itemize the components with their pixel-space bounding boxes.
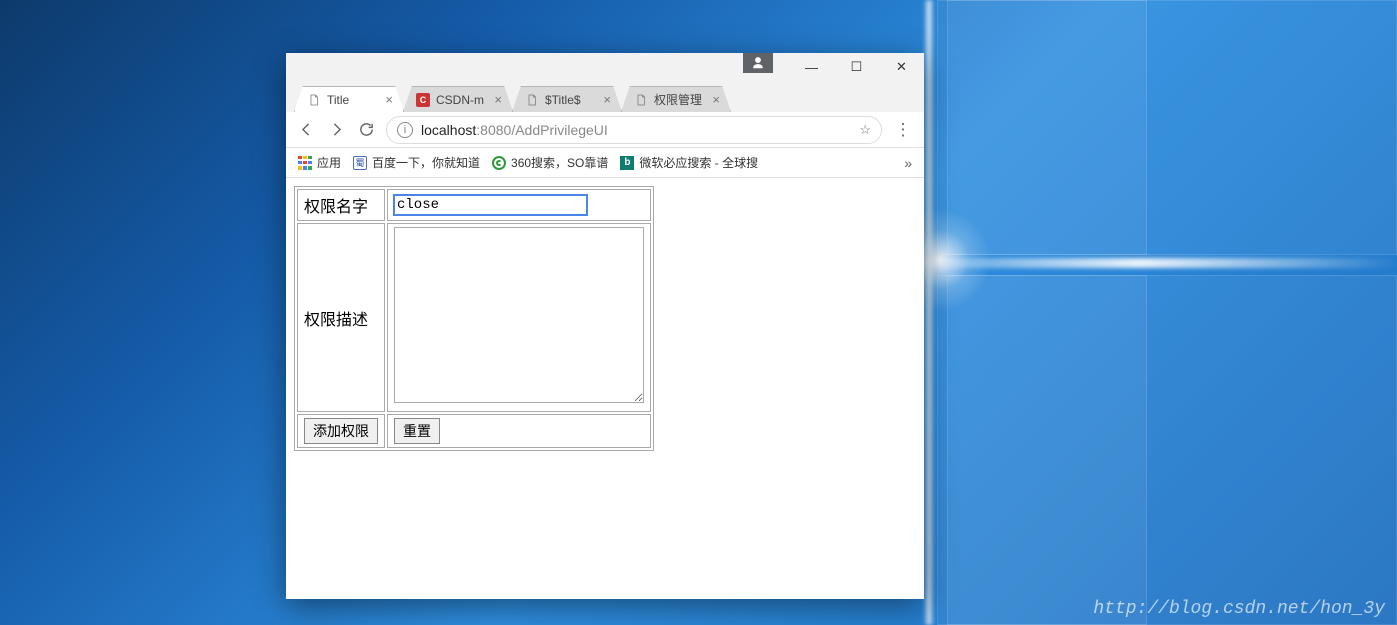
chrome-menu-button[interactable]: ⋮ — [888, 116, 918, 144]
reset-button[interactable]: 重置 — [394, 418, 440, 444]
desc-label-cell: 权限描述 — [297, 223, 385, 412]
tab-close-icon[interactable]: × — [494, 92, 502, 107]
page-icon — [634, 93, 648, 107]
site-info-icon[interactable]: i — [397, 122, 413, 138]
url-text: localhost:8080/AddPrivilegeUI — [421, 122, 608, 138]
bookmark-360[interactable]: 360搜索，SO靠谱 — [486, 151, 614, 175]
submit-cell: 添加权限 — [297, 414, 385, 448]
privilege-desc-textarea[interactable] — [394, 227, 644, 403]
bing-icon: b — [620, 156, 634, 170]
browser-tab-privilege[interactable]: 权限管理 × — [621, 86, 731, 112]
baidu-icon: 蜀 — [353, 156, 367, 170]
tab-label: CSDN-m — [436, 93, 494, 107]
tab-label: 权限管理 — [654, 91, 712, 108]
nav-back-button[interactable] — [292, 116, 320, 144]
desc-input-cell — [387, 223, 651, 412]
nav-reload-button[interactable] — [352, 116, 380, 144]
browser-tab-title[interactable]: Title × — [294, 86, 404, 112]
chrome-browser-window: — ☐ ✕ Title × C CSDN-m × $Title$ × 权限管理 … — [286, 53, 924, 599]
page-icon — [307, 93, 321, 107]
address-bar: i localhost:8080/AddPrivilegeUI ☆ ⋮ — [286, 112, 924, 148]
page-icon — [525, 93, 539, 107]
bookmark-label: 百度一下，你就知道 — [372, 154, 480, 171]
bookmark-label: 应用 — [317, 154, 341, 171]
name-input-cell — [387, 189, 651, 221]
reset-cell: 重置 — [387, 414, 651, 448]
tab-label: $Title$ — [545, 93, 603, 107]
csdn-icon: C — [416, 93, 430, 107]
window-close-button[interactable]: ✕ — [879, 53, 924, 81]
bookmarks-bar: 应用 蜀 百度一下，你就知道 360搜索，SO靠谱 b 微软必应搜索 - 全球搜… — [286, 148, 924, 178]
privilege-form-table: 权限名字 权限描述 添加权限 重置 — [294, 186, 654, 451]
tab-close-icon[interactable]: × — [385, 92, 393, 107]
window-titlebar: — ☐ ✕ — [286, 53, 924, 83]
bookmarks-overflow-button[interactable]: » — [898, 155, 918, 171]
so360-icon — [492, 156, 506, 170]
bookmark-bing[interactable]: b 微软必应搜索 - 全球搜 — [614, 151, 764, 175]
bookmark-label: 360搜索，SO靠谱 — [511, 154, 608, 171]
bookmark-apps[interactable]: 应用 — [292, 151, 347, 175]
browser-tab-title2[interactable]: $Title$ × — [512, 86, 622, 112]
add-privilege-button[interactable]: 添加权限 — [304, 418, 378, 444]
name-label-cell: 权限名字 — [297, 189, 385, 221]
bookmark-label: 微软必应搜索 - 全球搜 — [639, 154, 758, 171]
nav-forward-button[interactable] — [322, 116, 350, 144]
privilege-name-input[interactable] — [394, 195, 587, 215]
tab-close-icon[interactable]: × — [603, 92, 611, 107]
tab-strip: Title × C CSDN-m × $Title$ × 权限管理 × — [286, 83, 924, 112]
url-input[interactable]: i localhost:8080/AddPrivilegeUI ☆ — [386, 116, 882, 144]
window-minimize-button[interactable]: — — [789, 53, 834, 81]
browser-tab-csdn[interactable]: C CSDN-m × — [403, 86, 513, 112]
window-maximize-button[interactable]: ☐ — [834, 53, 879, 81]
tab-label: Title — [327, 93, 385, 107]
tab-close-icon[interactable]: × — [712, 92, 720, 107]
bookmark-baidu[interactable]: 蜀 百度一下，你就知道 — [347, 151, 486, 175]
watermark-text: http://blog.csdn.net/hon_3y — [1093, 599, 1385, 619]
incognito-avatar-icon[interactable] — [743, 53, 773, 73]
bookmark-star-icon[interactable]: ☆ — [859, 122, 871, 138]
page-content: 权限名字 权限描述 添加权限 重置 — [286, 178, 924, 599]
apps-grid-icon — [298, 156, 312, 170]
